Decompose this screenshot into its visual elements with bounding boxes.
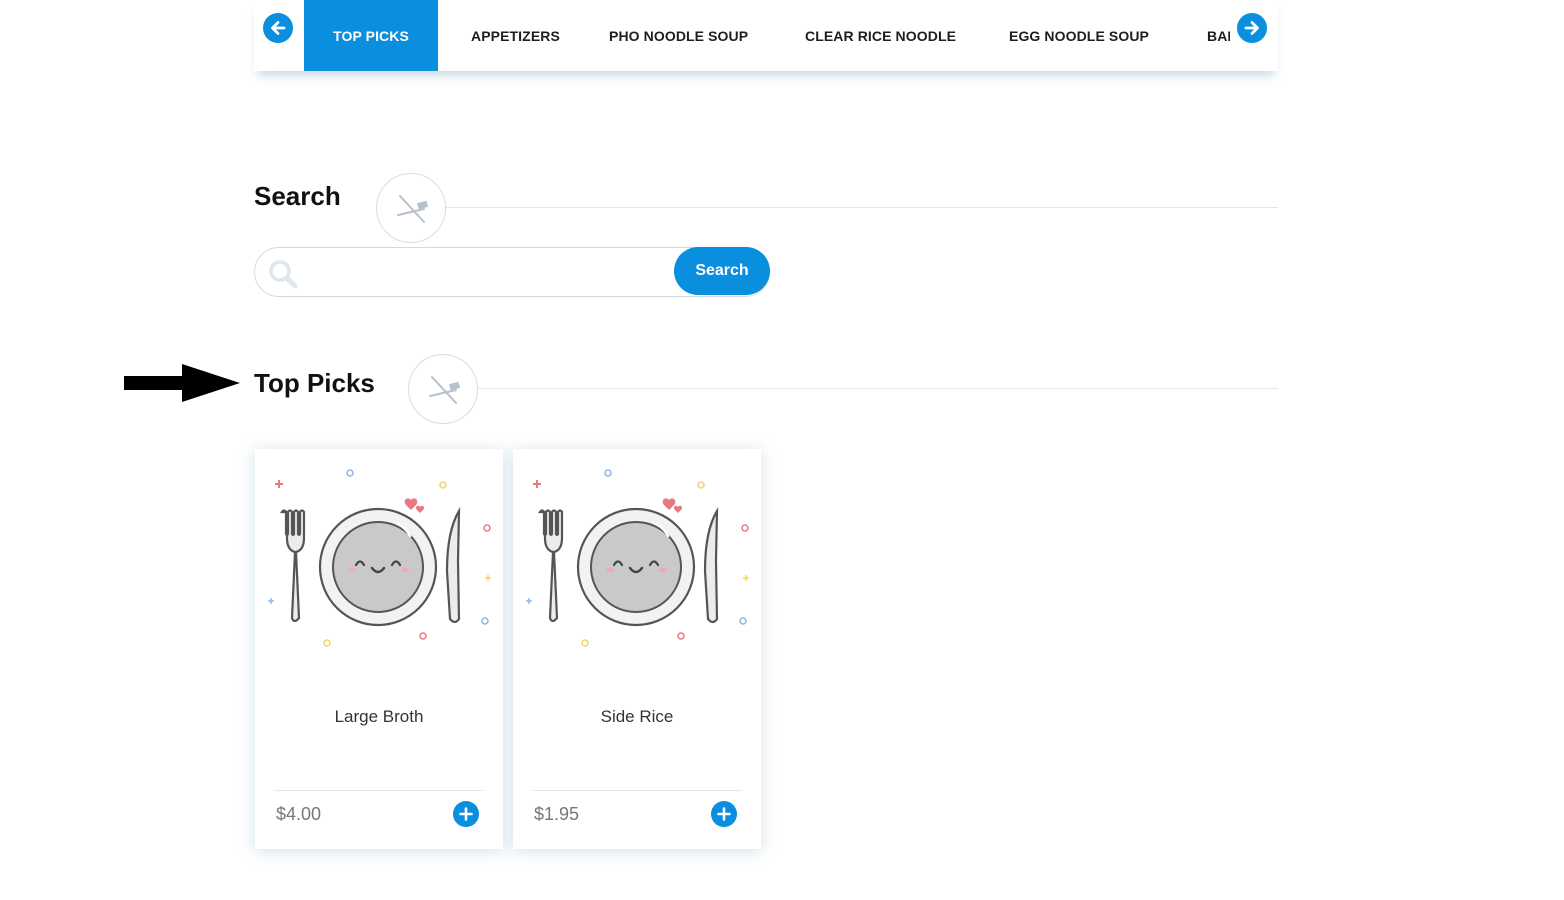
card-divider <box>275 790 483 791</box>
plus-icon <box>717 807 731 821</box>
fork-knife-icon <box>397 195 429 223</box>
pointer-arrow-icon <box>124 364 240 402</box>
product-name: Large Broth <box>334 707 424 726</box>
nav-next-button[interactable] <box>1237 13 1267 43</box>
search-button[interactable]: Search <box>674 247 770 295</box>
section-divider <box>446 207 1278 208</box>
tab-label: CLEAR RICE NOODLE <box>805 27 957 44</box>
card-divider <box>533 790 741 791</box>
product-price: $1.95 <box>534 804 580 824</box>
tab-top-picks[interactable]: TOP PICKS <box>304 0 438 71</box>
tab-label: PHO NOODLE SOUP <box>609 27 749 44</box>
tab-clear-rice-noodle[interactable]: CLEAR RICE NOODLE <box>805 0 956 71</box>
plus-icon <box>459 807 473 821</box>
arrow-right-icon <box>1244 21 1259 35</box>
category-tabs: TOP PICKS APPETIZERS PHO NOODLE SOUP CLE… <box>304 0 1230 71</box>
product-card[interactable]: Side Rice $1.95 <box>513 449 761 849</box>
product-price: $4.00 <box>276 804 322 824</box>
arrow-left-icon <box>271 21 286 35</box>
tab-bai[interactable]: BAI <box>1207 0 1230 71</box>
tab-pho-noodle-soup[interactable]: PHO NOODLE SOUP <box>609 0 748 71</box>
tab-label: EGG NOODLE SOUP <box>1009 27 1149 44</box>
category-nav: TOP PICKS APPETIZERS PHO NOODLE SOUP CLE… <box>254 0 1278 71</box>
product-card[interactable]: Large Broth $4.00 <box>255 449 503 849</box>
search-input[interactable] <box>307 249 667 295</box>
tab-label: TOP PICKS <box>333 27 409 44</box>
tab-appetizers[interactable]: APPETIZERS <box>471 0 560 71</box>
tab-egg-noodle-soup[interactable]: EGG NOODLE SOUP <box>1009 0 1149 71</box>
utensils-badge <box>408 354 478 424</box>
nav-prev-button[interactable] <box>263 13 293 43</box>
smiling-plate-icon <box>268 469 491 647</box>
smiling-plate-icon <box>526 469 749 647</box>
top-picks-section-title: Top Picks <box>254 368 375 398</box>
add-to-cart-button[interactable] <box>711 801 737 827</box>
tab-label: BAI <box>1207 27 1230 44</box>
section-divider <box>478 388 1278 389</box>
product-name: Side Rice <box>600 707 674 726</box>
tab-label: APPETIZERS <box>471 27 560 44</box>
fork-knife-icon <box>429 376 461 404</box>
add-to-cart-button[interactable] <box>453 801 479 827</box>
search-icon <box>267 258 299 290</box>
search-bar: Search <box>254 247 770 297</box>
search-section-title: Search <box>254 181 341 211</box>
utensils-badge <box>376 173 446 243</box>
